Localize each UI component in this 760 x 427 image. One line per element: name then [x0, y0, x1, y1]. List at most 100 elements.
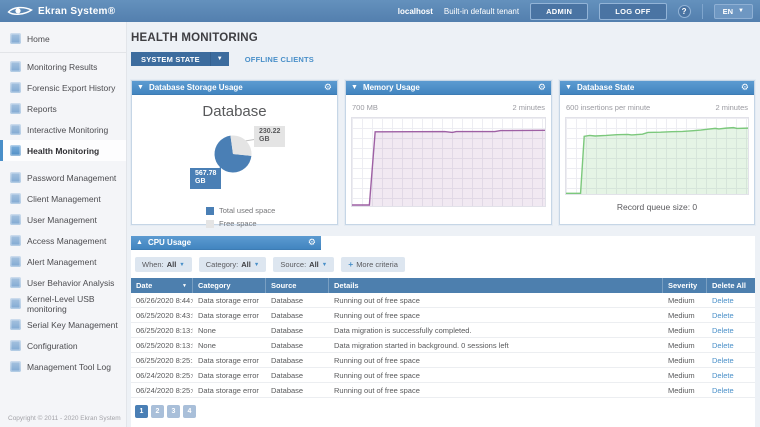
- sidebar-item-user-behavior-analysis[interactable]: User Behavior Analysis: [0, 272, 126, 293]
- sidebar-item-password-management[interactable]: Password Management: [0, 167, 126, 188]
- password-management-icon: [10, 172, 21, 183]
- sidebar-item-label: Forensic Export History: [27, 83, 115, 93]
- configuration-icon: [10, 340, 21, 351]
- when-filter-value: All: [167, 260, 177, 269]
- database-state-chart: [565, 117, 749, 195]
- sidebar-item-reports[interactable]: Reports: [0, 98, 126, 119]
- column-header-source: Source: [266, 278, 329, 293]
- collapse-icon[interactable]: ▼: [565, 84, 572, 91]
- category-cell: Data storage error: [193, 311, 266, 320]
- collapse-icon[interactable]: ▼: [351, 84, 358, 91]
- chevron-down-icon: ▼: [179, 262, 184, 268]
- memory-ymax-label: 700 MB: [352, 103, 378, 112]
- admin-button[interactable]: ADMIN: [530, 3, 588, 20]
- delete-link[interactable]: Delete: [712, 341, 734, 350]
- category-filter[interactable]: Category: All ▼: [199, 257, 267, 272]
- gear-icon[interactable]: ⚙: [324, 83, 332, 92]
- chevron-down-icon: ▼: [254, 262, 259, 268]
- tool-log-icon: [10, 361, 21, 372]
- help-icon[interactable]: ?: [678, 5, 691, 18]
- date-cell: 06/25/2020 8:13:56 pm: [131, 326, 193, 335]
- health-monitoring-icon: [10, 145, 21, 156]
- copyright-text: Copyright © 2011 - 2020 Ekran System: [8, 415, 121, 422]
- tab-offline-clients[interactable]: OFFLINE CLIENTS: [229, 52, 330, 66]
- chevron-down-icon[interactable]: ▼: [210, 52, 229, 66]
- gear-icon[interactable]: ⚙: [308, 238, 316, 247]
- sidebar-item-label: User Behavior Analysis: [27, 278, 114, 288]
- severity-cell: Medium: [663, 356, 707, 365]
- details-cell: Data migration is successfully completed…: [329, 326, 663, 335]
- details-cell: Running out of free space: [329, 296, 663, 305]
- sidebar-item-health-monitoring[interactable]: Health Monitoring: [0, 140, 126, 161]
- user-behavior-icon: [10, 277, 21, 288]
- category-filter-prefix: Category:: [206, 260, 239, 269]
- sidebar-item-monitoring-results[interactable]: Monitoring Results: [0, 56, 126, 77]
- sidebar-item-forensic-export-history[interactable]: Forensic Export History: [0, 77, 126, 98]
- free-space-swatch: [206, 220, 214, 228]
- collapse-icon[interactable]: ▼: [137, 84, 144, 91]
- sidebar-item-label: User Management: [27, 215, 97, 225]
- database-storage-usage-header[interactable]: ▼ Database Storage Usage ⚙: [132, 81, 337, 95]
- date-cell: 06/24/2020 8:25:09 pm: [131, 371, 193, 380]
- source-cell: Database: [266, 371, 329, 380]
- column-header-label: Delete All: [712, 281, 746, 290]
- column-header-details: Details: [329, 278, 663, 293]
- tab-system-state[interactable]: SYSTEM STATE ▼: [131, 52, 229, 66]
- page-button-3[interactable]: 3: [167, 405, 180, 418]
- database-state-header[interactable]: ▼ Database State ⚙: [560, 81, 754, 95]
- details-cell: Running out of free space: [329, 386, 663, 395]
- sidebar-separator: [0, 52, 126, 53]
- severity-cell: Medium: [663, 341, 707, 350]
- more-criteria-button[interactable]: + More criteria: [341, 257, 405, 272]
- topbar-divider: [702, 4, 703, 19]
- sidebar-item-management-tool-log[interactable]: Management Tool Log: [0, 356, 126, 377]
- when-filter[interactable]: When: All ▼: [135, 257, 192, 272]
- delete-link[interactable]: Delete: [712, 386, 734, 395]
- serial-key-icon: [10, 319, 21, 330]
- column-header-label: Details: [334, 281, 359, 290]
- action-cell: Delete: [707, 371, 755, 380]
- sidebar-item-configuration[interactable]: Configuration: [0, 335, 126, 356]
- cpu-usage-header[interactable]: ▲ CPU Usage ⚙: [131, 236, 321, 250]
- collapse-icon[interactable]: ▲: [136, 239, 143, 246]
- page-button-1[interactable]: 1: [135, 405, 148, 418]
- sidebar: Home Monitoring Results Forensic Export Hi…: [0, 22, 127, 427]
- delete-link[interactable]: Delete: [712, 371, 734, 380]
- category-cell: Data storage error: [193, 386, 266, 395]
- page-button-4[interactable]: 4: [183, 405, 196, 418]
- column-header-label: Date: [136, 281, 152, 290]
- delete-link[interactable]: Delete: [712, 311, 734, 320]
- brand-name: Ekran System®: [38, 6, 115, 17]
- sidebar-item-user-management[interactable]: User Management: [0, 209, 126, 230]
- column-header-delete-all[interactable]: Delete All: [707, 278, 755, 293]
- user-management-icon: [10, 214, 21, 225]
- sidebar-item-kernel-level-usb-monitoring[interactable]: Kernel-Level USB monitoring: [0, 293, 126, 314]
- reports-icon: [10, 103, 21, 114]
- logoff-button[interactable]: LOG OFF: [599, 3, 666, 20]
- sidebar-item-label: Configuration: [27, 341, 78, 351]
- pie-legend: Total used space Free space: [206, 206, 275, 228]
- language-select[interactable]: EN ▼: [714, 4, 753, 19]
- sidebar-item-client-management[interactable]: Client Management: [0, 188, 126, 209]
- sidebar-item-serial-key-management[interactable]: Serial Key Management: [0, 314, 126, 335]
- sidebar-item-interactive-monitoring[interactable]: Interactive Monitoring: [0, 119, 126, 140]
- sidebar-item-label: Health Monitoring: [27, 146, 99, 156]
- gear-icon[interactable]: ⚙: [538, 83, 546, 92]
- sidebar-item-home[interactable]: Home: [0, 28, 126, 49]
- delete-link[interactable]: Delete: [712, 356, 734, 365]
- date-cell: 06/25/2020 8:43:55 pm: [131, 311, 193, 320]
- legend-used-space: Total used space: [206, 206, 275, 215]
- sidebar-item-label: Interactive Monitoring: [27, 125, 108, 135]
- delete-link[interactable]: Delete: [712, 296, 734, 305]
- sort-desc-icon[interactable]: ▼: [182, 283, 187, 289]
- sidebar-item-access-management[interactable]: Access Management: [0, 230, 126, 251]
- category-filter-value: All: [241, 260, 251, 269]
- panel-title: CPU Usage: [148, 238, 191, 247]
- memory-usage-header[interactable]: ▼ Memory Usage ⚙: [346, 81, 551, 95]
- sidebar-item-alert-management[interactable]: Alert Management: [0, 251, 126, 272]
- page-button-2[interactable]: 2: [151, 405, 164, 418]
- source-filter[interactable]: Source: All ▼: [273, 257, 334, 272]
- gear-icon[interactable]: ⚙: [741, 83, 749, 92]
- delete-link[interactable]: Delete: [712, 326, 734, 335]
- dbstate-ymax-label: 600 insertions per minute: [566, 103, 650, 112]
